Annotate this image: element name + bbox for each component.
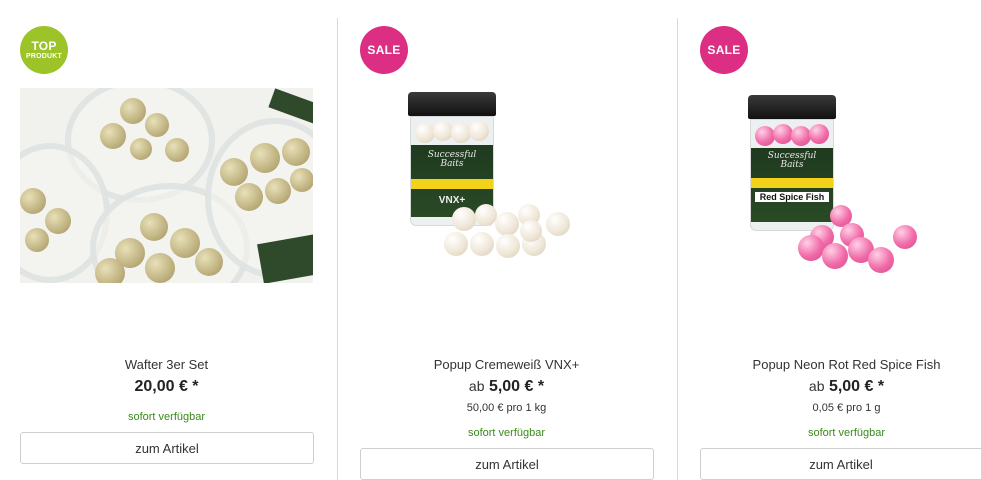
zum-artikel-button[interactable]: zum Artikel [20,432,314,464]
unit-price: 50,00 € pro 1 kg [466,402,547,414]
unit-price: 0,05 € pro 1 g [812,402,881,414]
availability-status: sofort verfügbar [127,411,206,423]
product-title[interactable]: Popup Cremeweiß VNX+ [360,357,653,372]
sale-badge: SALE [700,26,748,74]
product-image[interactable] [20,88,313,283]
column-divider [337,18,338,480]
product-price: ab 5,00 € * [468,378,545,395]
zum-artikel-button[interactable]: zum Artikel [360,448,654,480]
product-price: ab 5,00 € * [808,378,885,395]
product-price: 20,00 € * [134,378,199,395]
product-image[interactable]: Successful Baits Red Spice Fish [740,95,930,275]
availability-status: sofort verfügbar [807,427,886,439]
sale-badge: SALE [360,26,408,74]
product-title[interactable]: Wafter 3er Set [20,357,313,372]
column-divider [677,18,678,480]
top-produkt-badge: TOP PRODUKT [20,26,68,74]
availability-status: sofort verfügbar [467,427,546,439]
product-title[interactable]: Popup Neon Rot Red Spice Fish [700,357,981,372]
zum-artikel-button[interactable]: zum Artikel [700,448,981,480]
product-image[interactable]: Successful Baits VNX+ [400,92,580,262]
